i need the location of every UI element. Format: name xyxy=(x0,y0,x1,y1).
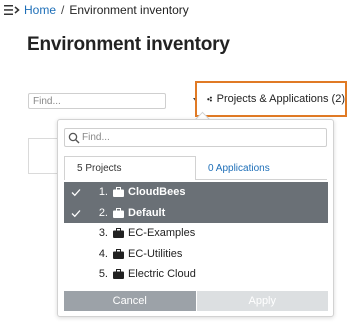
cluster-icon xyxy=(207,96,212,102)
tab-applications[interactable]: 0 Applications xyxy=(196,156,327,180)
breadcrumb-current: Environment inventory xyxy=(69,3,189,17)
dropdown-actions: Cancel Apply xyxy=(64,291,328,311)
item-number: 1. xyxy=(98,186,108,199)
menu-collapse-icon[interactable] xyxy=(4,4,20,16)
projects-dropdown-panel: 5 Projects 0 Applications 1. CloudBees 2… xyxy=(57,119,334,317)
list-item[interactable]: 5. Electric Cloud xyxy=(64,264,328,285)
apply-button[interactable]: Apply xyxy=(196,291,328,311)
item-name: EC-Examples xyxy=(128,227,196,240)
page-title: Environment inventory xyxy=(27,34,230,55)
list-item[interactable]: 3. EC-Examples xyxy=(64,223,328,244)
list-item[interactable]: 1. CloudBees xyxy=(64,182,328,203)
item-name: CloudBees xyxy=(128,186,186,199)
cancel-button[interactable]: Cancel xyxy=(64,291,196,311)
tab-projects[interactable]: 5 Projects xyxy=(64,156,196,180)
breadcrumb: Home / Environment inventory xyxy=(24,3,189,17)
item-name: Default xyxy=(128,206,166,219)
checkmark-icon xyxy=(71,189,81,197)
item-number: 2. xyxy=(98,206,108,219)
project-list: 1. CloudBees 2. Default 3. EC-Examples 4… xyxy=(64,182,328,285)
projects-applications-label: Projects & Applications (2) xyxy=(216,93,345,105)
projects-applications-filter-button[interactable]: Projects & Applications (2) xyxy=(195,81,347,117)
breadcrumb-separator: / xyxy=(61,3,65,17)
item-number: 4. xyxy=(98,247,108,260)
tab-divider xyxy=(196,179,327,180)
list-item[interactable]: 4. EC-Utilities xyxy=(64,244,328,265)
list-item[interactable]: 2. Default xyxy=(64,202,328,223)
dropdown-search-field[interactable] xyxy=(64,128,327,147)
search-icon xyxy=(68,132,80,144)
briefcase-icon xyxy=(113,269,124,279)
find-input[interactable] xyxy=(28,93,166,109)
briefcase-icon xyxy=(113,248,124,259)
briefcase-icon xyxy=(113,207,124,218)
dropdown-tabs: 5 Projects 0 Applications xyxy=(64,156,327,180)
briefcase-icon xyxy=(113,187,124,197)
item-number: 3. xyxy=(98,227,108,240)
item-name: EC-Utilities xyxy=(128,247,183,260)
briefcase-icon xyxy=(113,228,124,238)
dropdown-search-input[interactable] xyxy=(82,130,322,145)
breadcrumb-home-link[interactable]: Home xyxy=(24,3,56,17)
item-name: Electric Cloud xyxy=(128,268,196,281)
checkmark-icon xyxy=(71,209,81,217)
top-bar: Home / Environment inventory xyxy=(0,0,350,22)
item-number: 5. xyxy=(98,268,108,281)
